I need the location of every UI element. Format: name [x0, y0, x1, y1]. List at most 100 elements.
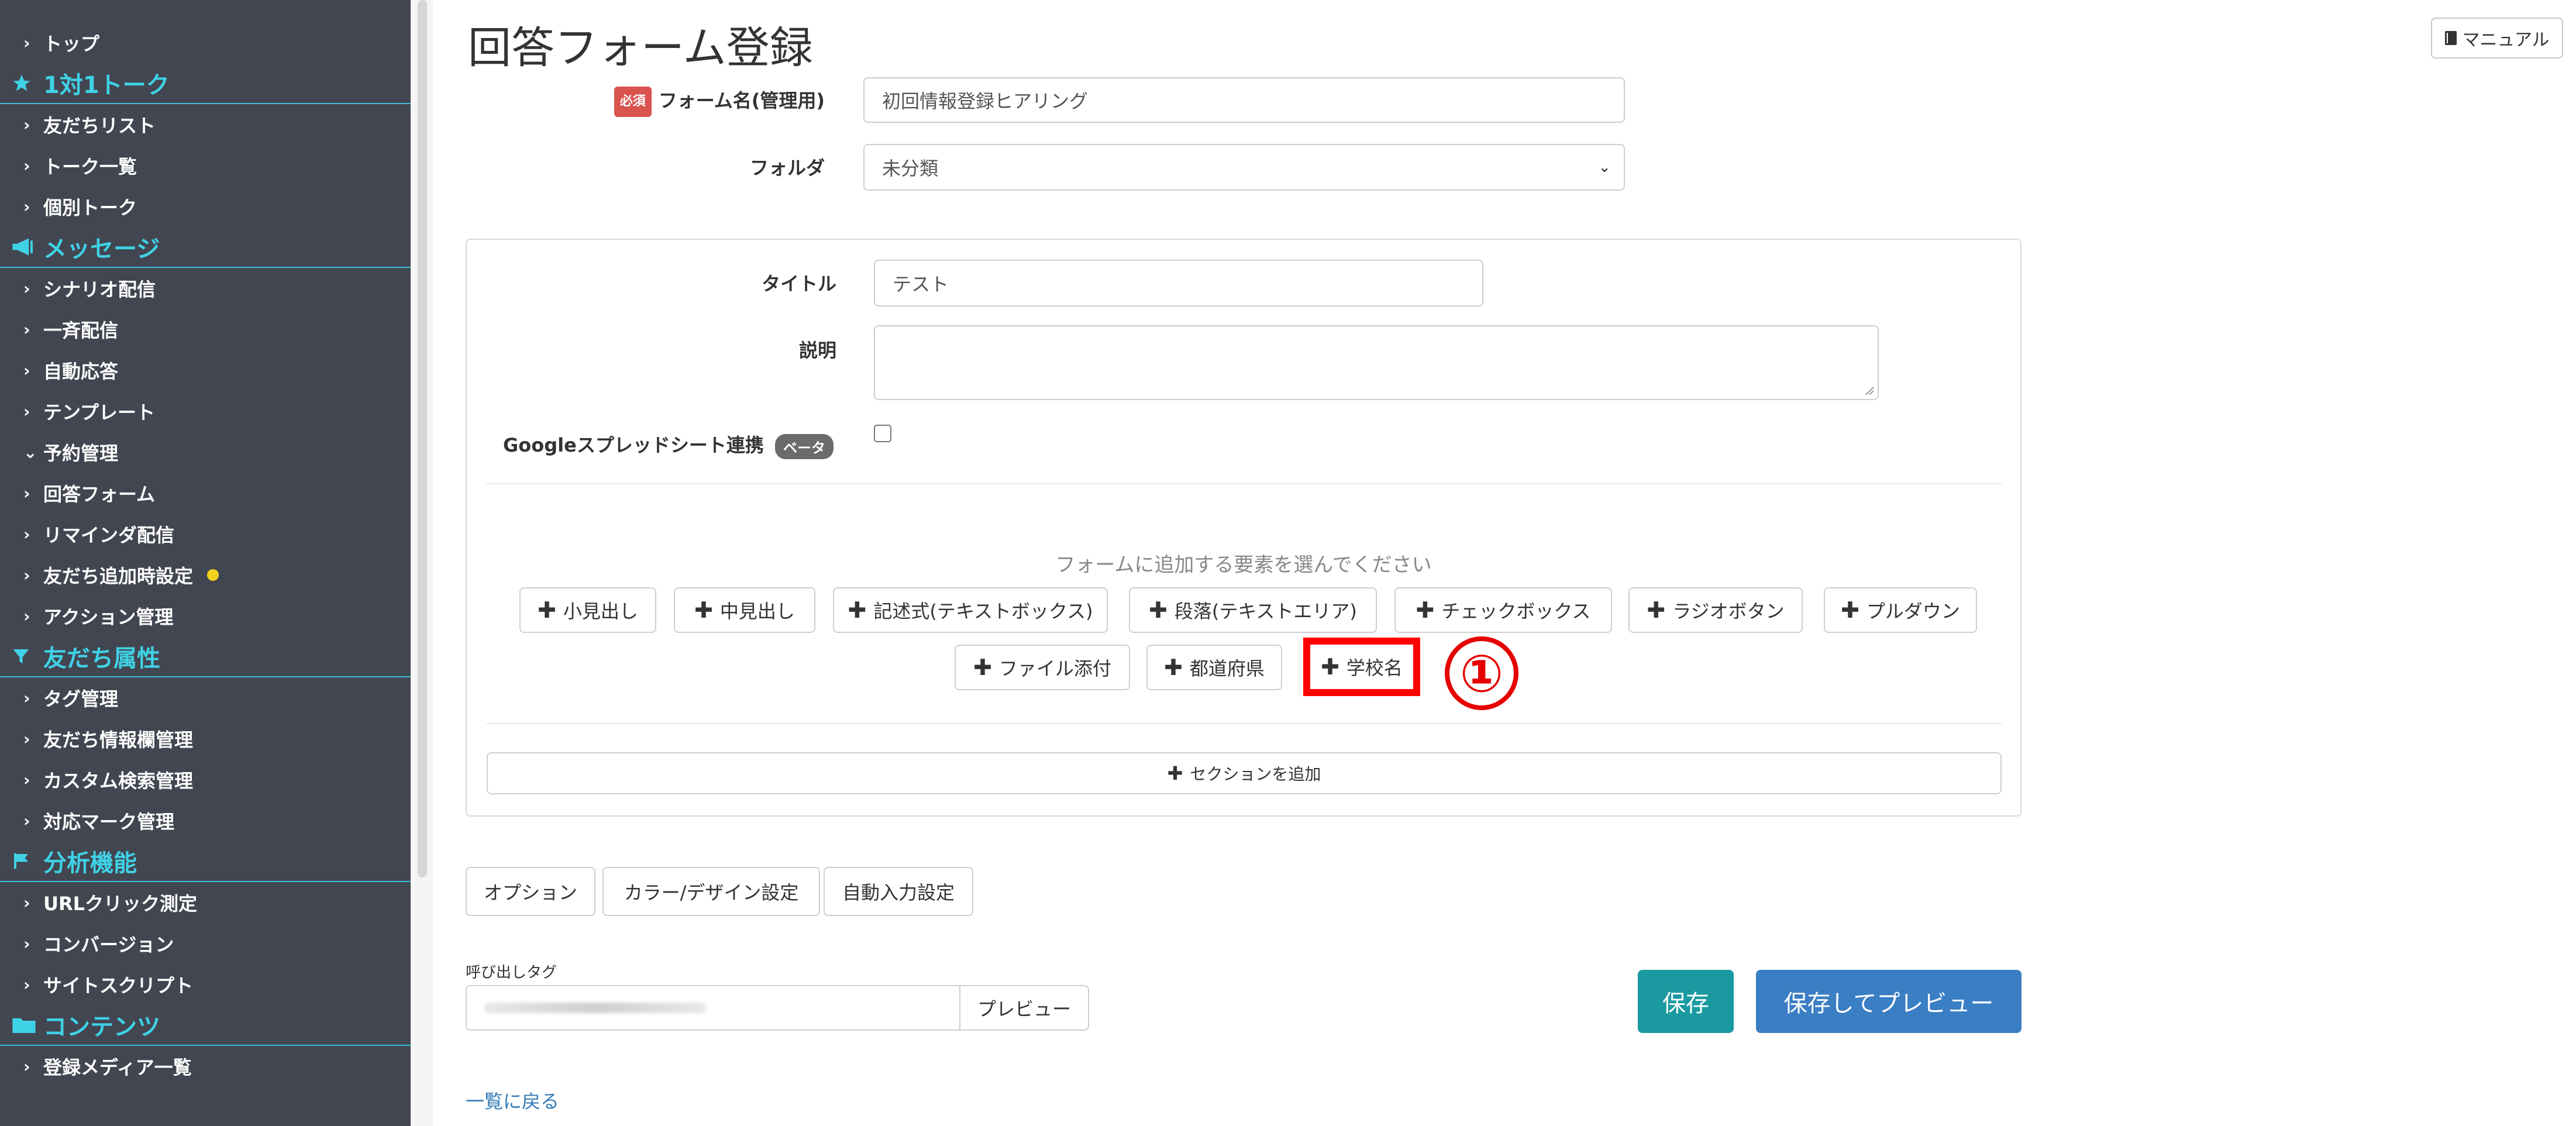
add-prefecture-button[interactable]: ✚ 都道府県 — [1146, 645, 1282, 690]
chevron-right-icon: › — [23, 360, 30, 380]
gsheet-checkbox[interactable] — [874, 425, 891, 442]
tab-color-design[interactable]: カラー/デザイン設定 — [602, 867, 820, 916]
sidebar-item[interactable]: › 友だちリスト — [0, 104, 411, 145]
save-label: 保存 — [1662, 990, 1709, 1017]
add-file-attach-button[interactable]: ✚ ファイル添付 — [955, 645, 1130, 690]
save-button[interactable]: 保存 — [1638, 970, 1734, 1033]
tab-auto-input-label: 自動入力設定 — [842, 881, 955, 904]
folder-label: フォルダ — [749, 157, 825, 179]
chevron-down-icon: ⌄ — [1598, 159, 1611, 176]
sidebar-item[interactable]: › トーク一覧 — [0, 145, 411, 186]
add-radio-button[interactable]: ✚ ラジオボタン — [1628, 587, 1803, 633]
star-icon — [12, 73, 43, 93]
sidebar-section-label: コンテンツ — [43, 1014, 160, 1041]
sidebar-item[interactable]: › URLクリック測定 — [0, 882, 411, 923]
divider — [487, 483, 2002, 484]
flag-icon — [12, 851, 43, 871]
description-textarea[interactable] — [874, 325, 1879, 400]
sidebar-item[interactable]: › 個別トーク — [0, 186, 411, 227]
manual-button[interactable]: マニュアル — [2431, 18, 2563, 58]
sidebar-item-label: 友だちリスト — [43, 115, 156, 137]
save-and-preview-button[interactable]: 保存してプレビュー — [1756, 970, 2021, 1033]
chevron-right-icon: › — [23, 197, 30, 216]
add-button-label: 段落(テキストエリア) — [1174, 600, 1357, 622]
sidebar-item[interactable]: › トップ — [0, 22, 411, 63]
add-checkbox-button[interactable]: ✚ チェックボックス — [1394, 587, 1612, 633]
add-school-name-button[interactable]: ✚ 学校名 — [1303, 638, 1420, 696]
sidebar-item[interactable]: › 友だち追加時設定 — [0, 555, 411, 595]
add-button-label: 小見出し — [563, 600, 638, 622]
chevron-right-icon: › — [23, 688, 30, 708]
sidebar-item[interactable]: › シナリオ配信 — [0, 268, 411, 309]
sidebar-section-header: コンテンツ — [0, 1005, 411, 1046]
sidebar-item[interactable]: › アクション管理 — [0, 595, 411, 636]
sidebar-item-label: URLクリック測定 — [43, 893, 198, 915]
sidebar-scrollbar[interactable] — [418, 0, 427, 877]
folder-value: 未分類 — [882, 157, 939, 180]
gsheet-label-wrap: Googleスプレッドシート連携 ベータ — [503, 431, 836, 459]
add-button-label: 中見出し — [719, 600, 795, 622]
plus-icon: ✚ — [538, 597, 556, 623]
sidebar: › トップ 1対1トーク › 友だちリスト › トーク一覧 › 個別トーク メッセージ › シナリオ配… — [0, 0, 411, 1126]
call-tag-preview-button[interactable]: プレビュー — [959, 985, 1089, 1031]
sidebar-item-label: 一斉配信 — [43, 319, 119, 342]
sidebar-section-label: メッセージ — [43, 236, 160, 263]
chevron-right-icon: › — [23, 156, 30, 175]
tab-auto-input[interactable]: 自動入力設定 — [824, 867, 973, 916]
sidebar-item-label: 友だち情報欄管理 — [43, 729, 194, 751]
folder-select[interactable]: 未分類 ⌄ — [863, 144, 1625, 191]
sidebar-item-label: 対応マーク管理 — [43, 811, 175, 833]
annotation-marker: ① — [1445, 636, 1518, 710]
sidebar-item[interactable]: › サイトスクリプト — [0, 964, 411, 1005]
plus-icon: ✚ — [1416, 597, 1435, 623]
sidebar-item[interactable]: › テンプレート — [0, 391, 411, 432]
add-section-button[interactable]: ✚ セクションを追加 — [487, 752, 2002, 794]
call-tag-input[interactable] — [466, 985, 960, 1031]
add-small-heading-button[interactable]: ✚ 小見出し — [519, 587, 656, 633]
sidebar-item-label: サイトスクリプト — [43, 975, 194, 997]
add-button-label: 都道府県 — [1189, 657, 1265, 680]
sidebar-section-header: メッセージ — [0, 227, 411, 268]
add-button-label: 記述式(テキストボックス) — [873, 600, 1093, 622]
plus-icon: ✚ — [694, 597, 713, 623]
title-input[interactable]: テスト — [874, 260, 1483, 307]
title-label: タイトル — [761, 273, 836, 295]
sidebar-item[interactable]: › 友だち情報欄管理 — [0, 718, 411, 759]
call-tag-label: 呼び出しタグ — [466, 964, 557, 982]
add-dropdown-button[interactable]: ✚ プルダウン — [1824, 587, 1977, 633]
sidebar-item[interactable]: › 一斉配信 — [0, 309, 411, 350]
sidebar-item[interactable]: › 回答フォーム — [0, 473, 411, 514]
sidebar-item-label: 自動応答 — [43, 360, 119, 383]
sidebar-item[interactable]: › 対応マーク管理 — [0, 800, 411, 841]
plus-icon: ✚ — [1164, 655, 1183, 680]
back-to-list-link[interactable]: 一覧に戻る — [466, 1087, 559, 1114]
sidebar-section-label: 友だち属性 — [43, 645, 160, 672]
sidebar-item[interactable]: › タグ管理 — [0, 677, 411, 718]
sidebar-item[interactable]: › 自動応答 — [0, 350, 411, 391]
gsheet-label: Googleスプレッドシート連携 — [503, 434, 764, 456]
sidebar-item-label: トップ — [43, 33, 100, 55]
tab-options-label: オプション — [483, 881, 577, 904]
folder-icon — [12, 1015, 43, 1035]
sidebar-item-label: 個別トーク — [43, 197, 137, 219]
sidebar-item[interactable]: ⌄ 予約管理 — [0, 432, 411, 473]
sidebar-item[interactable]: › コンバージョン — [0, 923, 411, 964]
add-textbox-button[interactable]: ✚ 記述式(テキストボックス) — [833, 587, 1108, 633]
sidebar-item[interactable]: › カスタム検索管理 — [0, 759, 411, 800]
plus-icon: ✚ — [1841, 597, 1859, 623]
plus-icon: ✚ — [1149, 597, 1168, 623]
add-button-label: ラジオボタン — [1672, 600, 1785, 622]
title-value: テスト — [893, 273, 949, 295]
chevron-right-icon: › — [23, 278, 30, 298]
add-button-label: チェックボックス — [1441, 600, 1591, 622]
tab-options[interactable]: オプション — [466, 867, 595, 916]
add-medium-heading-button[interactable]: ✚ 中見出し — [674, 587, 815, 633]
preview-label: プレビュー — [977, 998, 1071, 1020]
description-label: 説明 — [798, 339, 836, 361]
tab-color-design-label: カラー/デザイン設定 — [624, 881, 799, 904]
form-name-input[interactable]: 初回情報登録ヒアリング — [863, 77, 1625, 123]
add-textarea-button[interactable]: ✚ 段落(テキストエリア) — [1129, 587, 1377, 633]
sidebar-item[interactable]: › 登録メディア一覧 — [0, 1046, 411, 1087]
chevron-right-icon: › — [23, 729, 30, 749]
sidebar-item[interactable]: › リマインダ配信 — [0, 514, 411, 555]
